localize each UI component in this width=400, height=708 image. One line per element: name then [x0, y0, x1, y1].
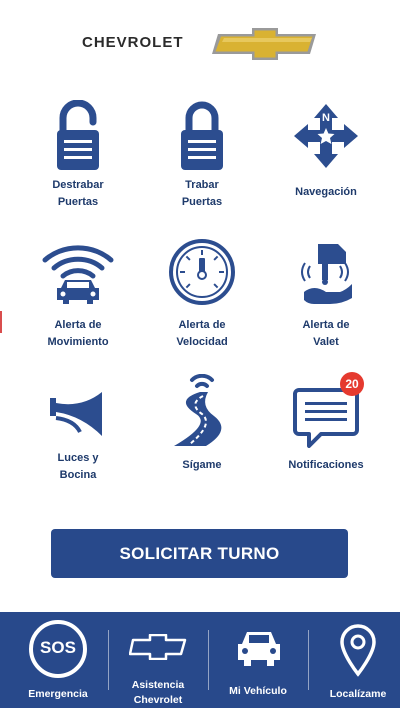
location-pin-icon [340, 624, 376, 677]
nav-label: Mi Vehículo [229, 685, 287, 697]
tile-label: Luces y [57, 452, 99, 464]
lock-icon [181, 101, 223, 170]
tile-label: Notificaciones [288, 459, 364, 471]
tile-label: Alerta de [302, 319, 350, 331]
tile-alerta-movimiento[interactable]: Alerta de Movimiento [18, 230, 138, 360]
speedometer-icon [169, 239, 235, 305]
tile-label: Sígame [182, 459, 222, 471]
nav-label: Chevrolet [133, 694, 183, 706]
tile-navegacion[interactable]: N Navegación [266, 90, 386, 220]
tile-alerta-valet[interactable]: Alerta de Valet [266, 230, 386, 360]
tile-label: Destrabar [52, 179, 104, 191]
svg-text:N: N [322, 112, 330, 124]
car-icon [238, 632, 280, 666]
road-follow-icon [174, 374, 222, 446]
tile-label: Bocina [59, 469, 97, 481]
tile-luces-bocina[interactable]: Luces y Bocina [18, 370, 138, 500]
app-header: CHEVROLET [0, 0, 400, 80]
edge-marker [0, 311, 2, 333]
nav-label: Localízame [329, 688, 387, 700]
tile-label: Puertas [181, 196, 223, 208]
tile-sigame[interactable]: Sígame [142, 370, 262, 500]
notification-count-badge: 20 [340, 372, 364, 396]
bottom-nav: SOS Emergencia Asistencia Chevrolet Mi V… [0, 612, 400, 708]
tile-label: Valet [313, 336, 339, 348]
tile-label: Velocidad [176, 336, 228, 348]
tile-alerta-velocidad[interactable]: Alerta de Velocidad [142, 230, 262, 360]
nav-label: Asistencia [131, 679, 185, 691]
tile-label: Alerta de [178, 319, 226, 331]
nav-mi-vehiculo[interactable]: Mi Vehículo [208, 612, 308, 708]
tile-destrabar-puertas[interactable]: Destrabar Puertas [18, 90, 138, 220]
brand-wordmark: CHEVROLET [82, 34, 184, 51]
tile-label: Trabar [185, 179, 219, 191]
nav-label: Emergencia [28, 688, 88, 700]
tile-notificaciones[interactable]: 20 Notificaciones [266, 370, 386, 500]
valet-key-icon [301, 244, 352, 304]
tile-trabar-puertas[interactable]: Trabar Puertas [142, 90, 262, 220]
tile-label: Movimiento [47, 336, 109, 348]
tile-label: Alerta de [54, 319, 102, 331]
nav-emergencia[interactable]: SOS Emergencia [0, 612, 100, 708]
nav-localizame[interactable]: Localízame [308, 612, 400, 708]
chevrolet-bowtie-icon [129, 634, 187, 660]
tile-label: Puertas [57, 196, 99, 208]
unlock-icon [57, 100, 99, 170]
navigation-compass-icon: N [294, 104, 358, 168]
sos-icon-text: SOS [40, 638, 76, 657]
solicitar-turno-button[interactable]: SOLICITAR TURNO [51, 529, 348, 578]
car-signal-icon [42, 245, 114, 304]
chevrolet-bowtie-logo [212, 28, 316, 60]
tile-label: Navegación [295, 186, 357, 198]
horn-icon [50, 392, 102, 436]
nav-asistencia-chevrolet[interactable]: Asistencia Chevrolet [108, 612, 208, 708]
